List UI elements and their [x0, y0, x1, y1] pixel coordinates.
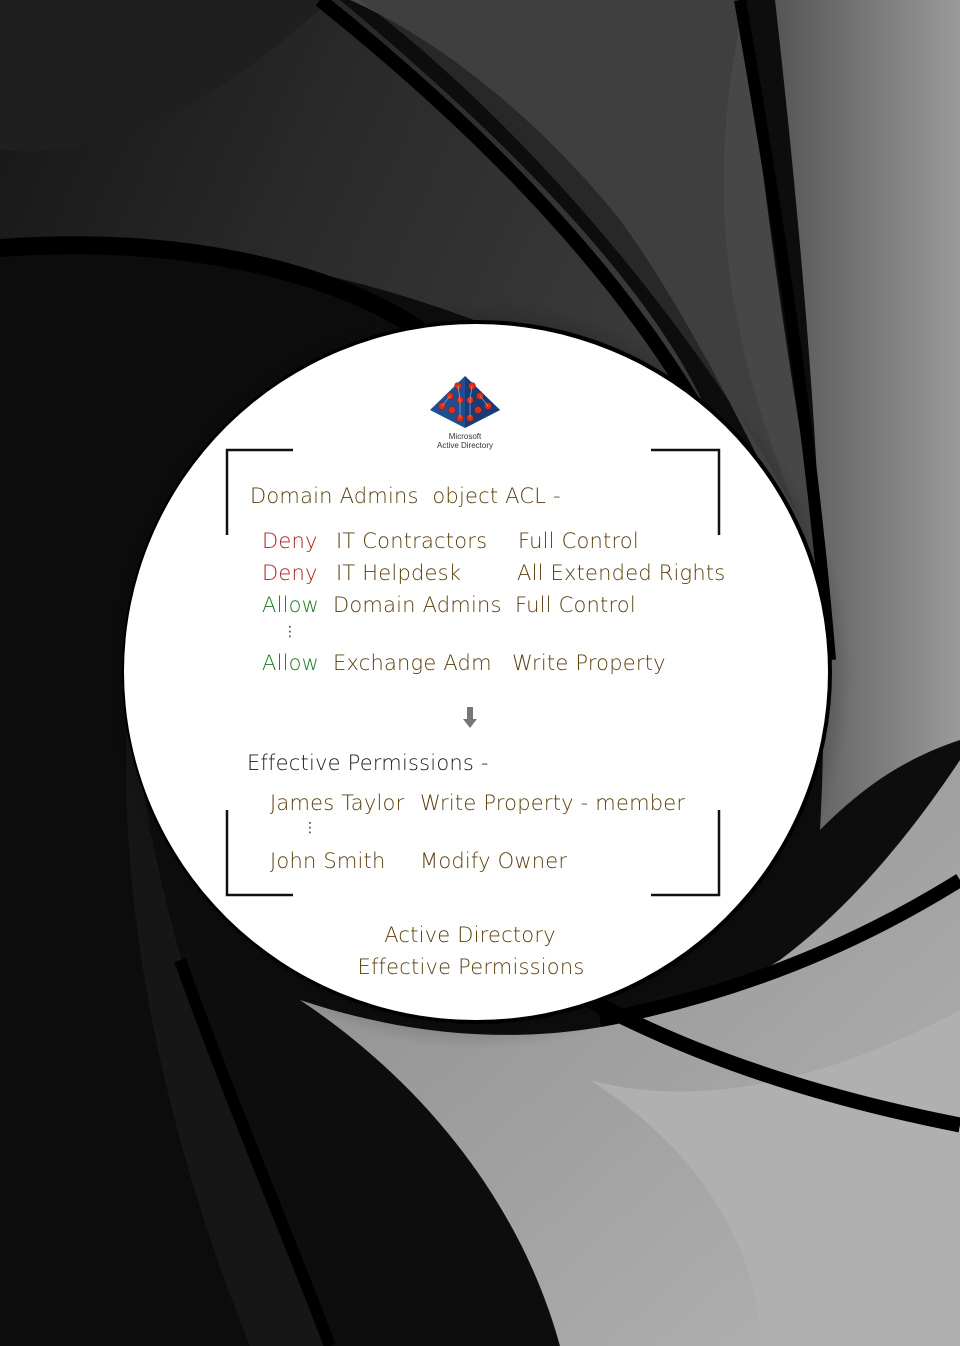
acl-entry-type: Allow — [262, 651, 320, 675]
acl-entry-type: Deny — [262, 561, 318, 585]
effective-entry-permission: Modify Owner — [420, 849, 568, 873]
effective-ellipsis: ⋮ — [303, 821, 317, 835]
effective-entry-user: John Smith — [270, 849, 386, 873]
acl-entry-principal: IT Contractors — [336, 529, 488, 553]
acl-ellipsis: ⋮ — [283, 625, 297, 639]
footer-title-line2: Effective Permissions — [357, 955, 585, 979]
acl-entry-permission: All Extended Rights — [517, 561, 726, 585]
acl-entry-type: Deny — [262, 529, 318, 553]
bracket-bottom-right — [651, 810, 721, 897]
acl-entry-permission: Full Control — [515, 593, 636, 617]
acl-entry-principal: Domain Admins — [333, 593, 502, 617]
effective-entry-permission: Write Property - member — [420, 791, 686, 815]
acl-entry-type: Allow — [262, 593, 320, 617]
acl-entry-permission: Write Property — [512, 651, 666, 675]
down-arrow-icon — [463, 707, 477, 728]
acl-entry-principal: IT Helpdesk — [336, 561, 462, 585]
effective-title: Effective Permissions - — [247, 751, 489, 775]
bracket-top-right — [651, 448, 721, 535]
acl-entry-principal: Exchange Adm — [333, 651, 492, 675]
effective-entry-user: James Taylor — [270, 791, 405, 815]
acl-title: Domain Admins object ACL - — [250, 484, 561, 508]
acl-entry-permission: Full Control — [518, 529, 639, 553]
footer-title-line1: Active Directory — [384, 923, 556, 947]
